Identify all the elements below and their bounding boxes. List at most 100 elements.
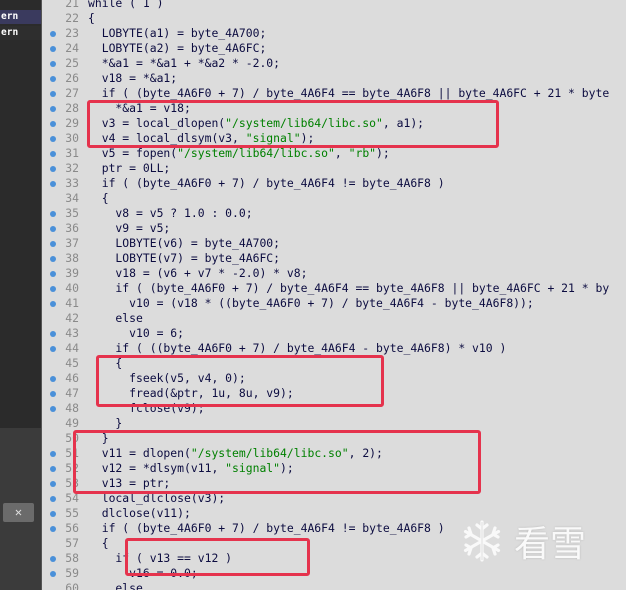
code-text: while ( 1 ) xyxy=(88,0,164,10)
breakpoint-dot-icon[interactable] xyxy=(50,526,56,532)
code-text: LOBYTE(v6) = byte_4A700; xyxy=(88,236,281,250)
code-line[interactable]: 32 ptr = 0LL; xyxy=(42,161,626,176)
code-text: else xyxy=(88,311,143,325)
code-line[interactable]: 37 LOBYTE(v6) = byte_4A700; xyxy=(42,236,626,251)
code-line[interactable]: 48 fclose(v9); xyxy=(42,401,626,416)
line-number: 42 xyxy=(65,311,79,325)
breakpoint-dot-icon[interactable] xyxy=(50,76,56,82)
code-line[interactable]: 60 else xyxy=(42,581,626,590)
code-line[interactable]: 36 v9 = v5; xyxy=(42,221,626,236)
code-text: if ( ((byte_4A6F0 + 7) / byte_4A6F4 - by… xyxy=(88,341,507,355)
line-number: 35 xyxy=(65,206,79,220)
line-number: 49 xyxy=(65,416,79,430)
code-line[interactable]: 50 } xyxy=(42,431,626,446)
code-text: v10 = (v18 * ((byte_4A6F0 + 7) / byte_4A… xyxy=(88,296,534,310)
code-line[interactable]: 51 v11 = dlopen("/system/lib64/libc.so",… xyxy=(42,446,626,461)
code-line[interactable]: 25 *&a1 = *&a1 + *&a2 * -2.0; xyxy=(42,56,626,71)
breakpoint-dot-icon[interactable] xyxy=(50,241,56,247)
code-line[interactable]: 40 if ( (byte_4A6F0 + 7) / byte_4A6F4 ==… xyxy=(42,281,626,296)
breakpoint-dot-icon[interactable] xyxy=(50,466,56,472)
code-text: v9 = v5; xyxy=(88,221,171,235)
code-text: { xyxy=(88,356,123,370)
breakpoint-dot-icon[interactable] xyxy=(50,271,56,277)
code-line[interactable]: 49 } xyxy=(42,416,626,431)
code-line[interactable]: 59 v16 = 0.0; xyxy=(42,566,626,581)
code-line[interactable]: 23 LOBYTE(a1) = byte_4A700; xyxy=(42,26,626,41)
left-panel-item[interactable]: ern xyxy=(0,26,41,40)
breakpoint-dot-icon[interactable] xyxy=(50,301,56,307)
code-text: if ( v13 == v12 ) xyxy=(88,551,233,565)
breakpoint-dot-icon[interactable] xyxy=(50,211,56,217)
code-line[interactable]: 22 { xyxy=(42,11,626,26)
code-line[interactable]: 28 *&a1 = v18; xyxy=(42,101,626,116)
code-text: if ( (byte_4A6F0 + 7) / byte_4A6F4 == by… xyxy=(88,86,610,100)
breakpoint-dot-icon[interactable] xyxy=(50,121,56,127)
line-number: 37 xyxy=(65,236,79,250)
breakpoint-dot-icon[interactable] xyxy=(50,556,56,562)
code-line[interactable]: 54 local_dlclose(v3); xyxy=(42,491,626,506)
line-number: 60 xyxy=(65,581,79,590)
line-number: 21 xyxy=(65,0,79,10)
breakpoint-dot-icon[interactable] xyxy=(50,136,56,142)
breakpoint-dot-icon[interactable] xyxy=(50,61,56,67)
code-line[interactable]: 47 fread(&ptr, 1u, 8u, v9); xyxy=(42,386,626,401)
breakpoint-dot-icon[interactable] xyxy=(50,31,56,37)
code-line[interactable]: 42 else xyxy=(42,311,626,326)
code-line[interactable]: 24 LOBYTE(a2) = byte_4A6FC; xyxy=(42,41,626,56)
pseudocode-editor[interactable]: 21 while ( 1 ) 22 {23 LOBYTE(a1) = byte_4A7… xyxy=(42,0,626,590)
breakpoint-dot-icon[interactable] xyxy=(50,511,56,517)
line-number: 34 xyxy=(65,191,79,205)
breakpoint-dot-icon[interactable] xyxy=(50,256,56,262)
code-line[interactable]: 39 v18 = (v6 + v7 * -2.0) * v8; xyxy=(42,266,626,281)
code-line[interactable]: 35 v8 = v5 ? 1.0 : 0.0; xyxy=(42,206,626,221)
code-line[interactable]: 38 LOBYTE(v7) = byte_4A6FC; xyxy=(42,251,626,266)
code-line[interactable]: 46 fseek(v5, v4, 0); xyxy=(42,371,626,386)
line-number: 32 xyxy=(65,161,79,175)
code-line[interactable]: 31 v5 = fopen("/system/lib64/libc.so", "… xyxy=(42,146,626,161)
breakpoint-dot-icon[interactable] xyxy=(50,166,56,172)
watermark-text: 看雪 xyxy=(514,524,587,565)
code-line[interactable]: 26 v18 = *&a1; xyxy=(42,71,626,86)
line-number: 28 xyxy=(65,101,79,115)
breakpoint-dot-icon[interactable] xyxy=(50,46,56,52)
code-line[interactable]: 52 v12 = *dlsym(v11, "signal"); xyxy=(42,461,626,476)
breakpoint-dot-icon[interactable] xyxy=(50,286,56,292)
breakpoint-dot-icon[interactable] xyxy=(50,496,56,502)
code-line[interactable]: 43 v10 = 6; xyxy=(42,326,626,341)
code-line[interactable]: 41 v10 = (v18 * ((byte_4A6F0 + 7) / byte… xyxy=(42,296,626,311)
line-number: 53 xyxy=(65,476,79,490)
code-text: fseek(v5, v4, 0); xyxy=(88,371,246,385)
code-line[interactable]: 44 if ( ((byte_4A6F0 + 7) / byte_4A6F4 -… xyxy=(42,341,626,356)
breakpoint-dot-icon[interactable] xyxy=(50,451,56,457)
line-number: 57 xyxy=(65,536,79,550)
breakpoint-dot-icon[interactable] xyxy=(50,181,56,187)
code-text: v13 = ptr; xyxy=(88,476,171,490)
breakpoint-dot-icon[interactable] xyxy=(50,376,56,382)
code-line[interactable]: 34 { xyxy=(42,191,626,206)
breakpoint-dot-icon[interactable] xyxy=(50,226,56,232)
left-panel-item[interactable]: ern xyxy=(0,10,41,24)
line-number: 56 xyxy=(65,521,79,535)
code-line[interactable]: 21 while ( 1 ) xyxy=(42,0,626,11)
breakpoint-dot-icon[interactable] xyxy=(50,406,56,412)
code-line[interactable]: 33 if ( (byte_4A6F0 + 7) / byte_4A6F4 !=… xyxy=(42,176,626,191)
breakpoint-dot-icon[interactable] xyxy=(50,481,56,487)
line-number: 33 xyxy=(65,176,79,190)
breakpoint-dot-icon[interactable] xyxy=(50,331,56,337)
line-number: 22 xyxy=(65,11,79,25)
breakpoint-dot-icon[interactable] xyxy=(50,571,56,577)
code-text: v5 = fopen("/system/lib64/libc.so", "rb"… xyxy=(88,146,390,160)
breakpoint-dot-icon[interactable] xyxy=(50,346,56,352)
breakpoint-dot-icon[interactable] xyxy=(50,151,56,157)
code-line[interactable]: 53 v13 = ptr; xyxy=(42,476,626,491)
code-text: } xyxy=(88,431,109,445)
code-line[interactable]: 27 if ( (byte_4A6F0 + 7) / byte_4A6F4 ==… xyxy=(42,86,626,101)
breakpoint-dot-icon[interactable] xyxy=(50,106,56,112)
breakpoint-dot-icon[interactable] xyxy=(50,391,56,397)
line-number: 27 xyxy=(65,86,79,100)
code-line[interactable]: 29 v3 = local_dlopen("/system/lib64/libc… xyxy=(42,116,626,131)
code-line[interactable]: 30 v4 = local_dlsym(v3, "signal"); xyxy=(42,131,626,146)
code-line[interactable]: 45 { xyxy=(42,356,626,371)
close-button[interactable]: ✕ xyxy=(3,503,34,522)
breakpoint-dot-icon[interactable] xyxy=(50,91,56,97)
